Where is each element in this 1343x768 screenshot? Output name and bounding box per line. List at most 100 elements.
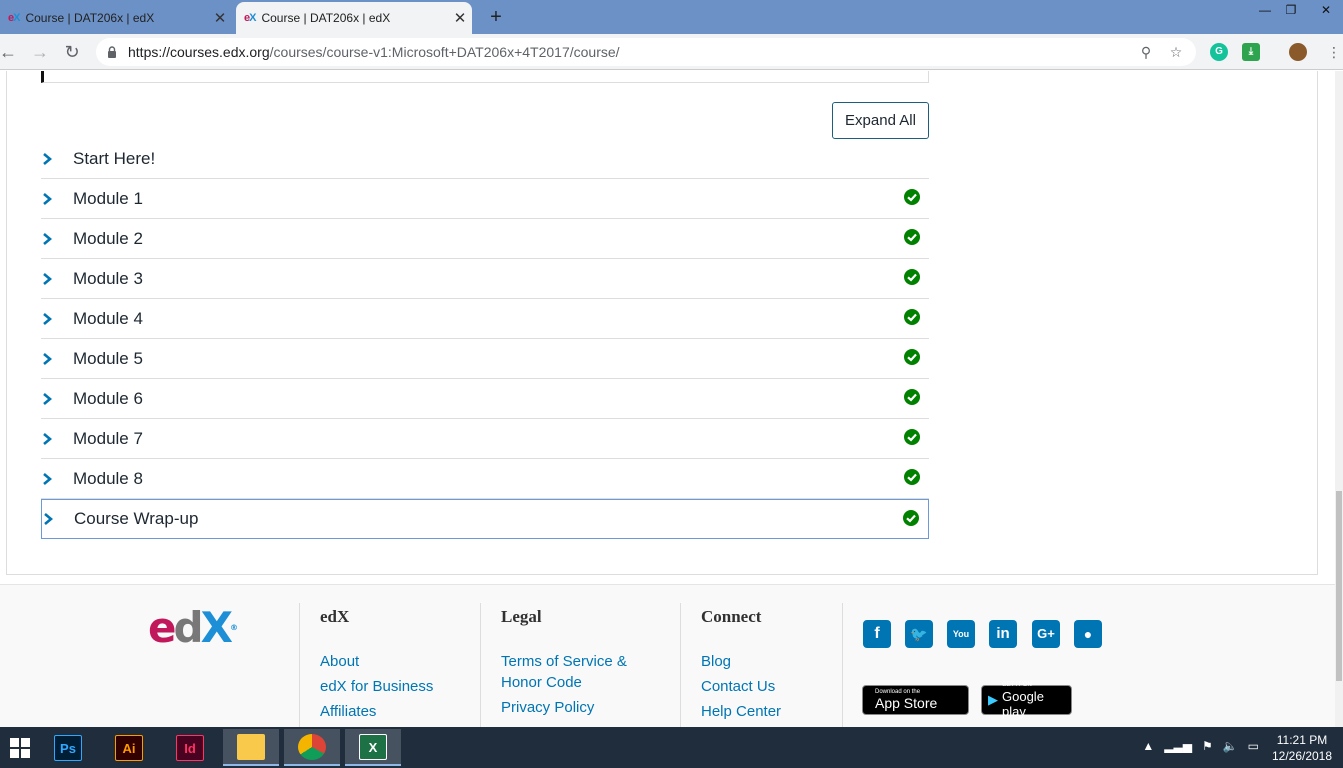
section-title[interactable]: Course Wrap-up bbox=[74, 509, 198, 529]
app-store-badge[interactable]: Download on the App Store bbox=[862, 685, 969, 715]
section-title[interactable]: Module 4 bbox=[73, 309, 143, 329]
edx-favicon-icon: eX bbox=[8, 12, 21, 24]
chevron-right-icon[interactable] bbox=[41, 152, 73, 166]
outline-section-row[interactable]: Start Here! bbox=[41, 139, 929, 179]
chevron-right-icon[interactable] bbox=[41, 392, 73, 406]
footer-link-contact-us[interactable]: Contact Us bbox=[701, 676, 840, 697]
section-title[interactable]: Module 8 bbox=[73, 469, 143, 489]
browser-tab-active[interactable]: eX Course | DAT206x | edX ✕ bbox=[236, 2, 472, 34]
forward-icon[interactable]: → bbox=[28, 40, 52, 64]
footer-link-privacy[interactable]: Privacy Policy bbox=[501, 697, 660, 718]
outline-section-row[interactable]: Module 5 bbox=[41, 339, 929, 379]
close-tab-icon[interactable]: ✕ bbox=[208, 9, 232, 27]
linkedin-icon[interactable]: in bbox=[989, 620, 1017, 648]
twitter-icon[interactable]: 🐦 bbox=[905, 620, 933, 648]
footer-link-blog[interactable]: Blog bbox=[701, 651, 840, 672]
page-scrollbar[interactable] bbox=[1335, 71, 1343, 727]
photoshop-icon: Ps bbox=[54, 734, 82, 761]
outline-section-row[interactable]: Module 6 bbox=[41, 379, 929, 419]
chevron-right-icon[interactable] bbox=[41, 192, 73, 206]
taskbar-app-illustrator[interactable]: Ai bbox=[101, 729, 157, 766]
chevron-right-icon[interactable] bbox=[41, 272, 73, 286]
course-outline: Start Here! Module 1 Module 2 Module 3 Modul… bbox=[41, 139, 929, 539]
download-extension-icon[interactable]: ⤓ bbox=[1242, 43, 1260, 61]
system-tray[interactable]: ▲ ▂▃▅ ⚑ 🔈 ▭ bbox=[1142, 739, 1259, 753]
section-title[interactable]: Module 7 bbox=[73, 429, 143, 449]
reload-icon[interactable]: ↻ bbox=[60, 40, 84, 64]
illustrator-icon: Ai bbox=[115, 734, 143, 761]
taskbar-app-file-explorer[interactable] bbox=[223, 729, 279, 766]
facebook-icon[interactable]: f bbox=[863, 620, 891, 648]
back-icon[interactable]: ← bbox=[0, 40, 20, 64]
section-title[interactable]: Module 6 bbox=[73, 389, 143, 409]
footer-heading: Connect bbox=[701, 607, 762, 626]
outline-section-row[interactable]: Module 3 bbox=[41, 259, 929, 299]
outline-section-row[interactable]: Module 8 bbox=[41, 459, 929, 499]
windows-taskbar: Ps Ai Id X ▲ ▂▃▅ ⚑ 🔈 ▭ 11:21 PM 12/26/2018 bbox=[0, 727, 1343, 768]
scrollbar-thumb[interactable] bbox=[1336, 491, 1342, 681]
address-bar[interactable]: https://courses.edx.org/courses/course-v… bbox=[96, 38, 1196, 66]
expand-all-button[interactable]: Expand All bbox=[832, 102, 929, 139]
footer-column-edx: edX About edX for Business Affiliates bbox=[299, 603, 479, 727]
outline-section-row[interactable]: Course Wrap-up bbox=[41, 499, 929, 539]
edx-logo[interactable]: edX® bbox=[148, 607, 238, 649]
footer: edX® edX About edX for Business Affiliat… bbox=[0, 584, 1335, 727]
minimize-icon[interactable]: — bbox=[1252, 2, 1278, 18]
menu-icon[interactable]: ⋮ bbox=[1322, 40, 1343, 64]
chevron-right-icon[interactable] bbox=[41, 312, 73, 326]
section-title[interactable]: Module 3 bbox=[73, 269, 143, 289]
chevron-right-icon[interactable] bbox=[41, 472, 73, 486]
footer-link-affiliates[interactable]: Affiliates bbox=[320, 701, 479, 722]
footer-column-connect: Connect Blog Contact Us Help Center bbox=[680, 603, 840, 727]
excel-icon: X bbox=[359, 733, 387, 760]
windows-start-icon[interactable] bbox=[0, 729, 40, 766]
check-circle-icon bbox=[904, 469, 920, 485]
tab-title: Course | DAT206x | edX bbox=[25, 11, 155, 25]
footer-divider bbox=[842, 603, 843, 727]
section-title[interactable]: Module 1 bbox=[73, 189, 143, 209]
footer-link-edx-for-business[interactable]: edX for Business bbox=[320, 676, 479, 697]
footer-link-help-center[interactable]: Help Center bbox=[701, 701, 840, 722]
check-circle-icon bbox=[904, 429, 920, 445]
tab-title: Course | DAT206x | edX bbox=[261, 11, 391, 25]
close-tab-icon[interactable]: ✕ bbox=[448, 9, 472, 27]
chevron-right-icon[interactable] bbox=[41, 232, 73, 246]
zoom-icon[interactable]: ⚲ bbox=[1136, 42, 1156, 62]
check-circle-icon bbox=[904, 349, 920, 365]
restore-icon[interactable]: ❐ bbox=[1278, 2, 1304, 18]
profile-avatar[interactable] bbox=[1289, 43, 1307, 61]
taskbar-app-indesign[interactable]: Id bbox=[162, 729, 218, 766]
bookmark-star-icon[interactable]: ☆ bbox=[1166, 42, 1186, 62]
section-title[interactable]: Start Here! bbox=[73, 149, 155, 169]
section-title[interactable]: Module 5 bbox=[73, 349, 143, 369]
footer-heading: Legal bbox=[501, 607, 542, 626]
browser-tab[interactable]: eX Course | DAT206x | edX ✕ bbox=[0, 2, 232, 34]
section-title[interactable]: Module 2 bbox=[73, 229, 143, 249]
outline-section-row[interactable]: Module 2 bbox=[41, 219, 929, 259]
new-tab-button[interactable]: + bbox=[484, 4, 508, 30]
taskbar-clock[interactable]: 11:21 PM 12/26/2018 bbox=[1267, 732, 1337, 764]
check-circle-icon bbox=[904, 189, 920, 205]
reddit-icon[interactable]: ● bbox=[1074, 620, 1102, 648]
clock-date: 12/26/2018 bbox=[1271, 749, 1333, 763]
google-plus-icon[interactable]: G+ bbox=[1032, 620, 1060, 648]
chevron-right-icon[interactable] bbox=[41, 352, 73, 366]
outline-section-row[interactable]: Module 1 bbox=[41, 179, 929, 219]
chevron-right-icon[interactable] bbox=[41, 432, 73, 446]
outline-section-row[interactable]: Module 4 bbox=[41, 299, 929, 339]
taskbar-app-chrome[interactable] bbox=[284, 729, 340, 766]
close-window-icon[interactable]: ✕ bbox=[1313, 2, 1339, 18]
browser-toolbar: ← → ↻ https://courses.edx.org/courses/co… bbox=[0, 34, 1343, 70]
footer-link-terms[interactable]: Terms of Service & Honor Code bbox=[501, 651, 641, 693]
chevron-right-icon[interactable] bbox=[42, 512, 74, 526]
youtube-icon[interactable]: You bbox=[947, 620, 975, 648]
edx-favicon-icon: eX bbox=[244, 12, 257, 24]
url-text: https://courses.edx.org/courses/course-v… bbox=[128, 44, 620, 60]
footer-link-about[interactable]: About bbox=[320, 651, 479, 672]
grammarly-icon[interactable]: G bbox=[1210, 43, 1228, 61]
taskbar-app-photoshop[interactable]: Ps bbox=[40, 729, 96, 766]
google-play-badge[interactable]: ▶ GET IT ON Google play bbox=[981, 682, 1072, 719]
taskbar-app-excel[interactable]: X bbox=[345, 729, 401, 766]
lock-icon bbox=[108, 46, 116, 58]
outline-section-row[interactable]: Module 7 bbox=[41, 419, 929, 459]
